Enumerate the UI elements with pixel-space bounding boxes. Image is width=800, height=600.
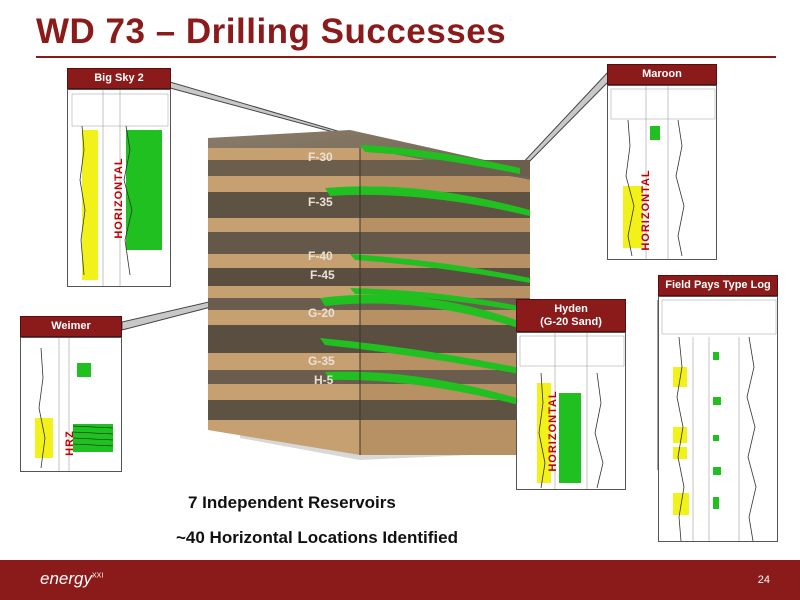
- logo-superscript: XXI: [91, 572, 104, 580]
- hyden-title: Hyden: [554, 302, 588, 315]
- hyden-subtitle: (G-20 Sand): [540, 315, 602, 328]
- layer-label-f30: F-30: [308, 150, 333, 164]
- layer-label-f40: F-40: [308, 249, 333, 263]
- layer-label-g35: G-35: [308, 354, 335, 368]
- layer-label-f35: F-35: [308, 195, 333, 209]
- page-number: 24: [757, 574, 770, 586]
- hyden-log-graphic: [517, 333, 625, 489]
- weimer-hrz-label: HRZ: [64, 430, 76, 456]
- layer-label-f45: F-45: [310, 268, 335, 282]
- field-pays-log: [658, 296, 778, 542]
- caption-horizontal-locations: ~40 Horizontal Locations Identified: [176, 528, 458, 547]
- layer-label-g20: G-20: [308, 306, 335, 320]
- hyden-horizontal-label: HORIZONTAL: [547, 390, 559, 472]
- big-sky-horizontal-label: HORIZONTAL: [113, 157, 125, 239]
- logo-text: energy: [40, 569, 92, 588]
- maroon-panel-header: Maroon: [607, 64, 717, 85]
- layer-label-h5: H-5: [314, 373, 334, 387]
- caption-reservoirs: 7 Independent Reservoirs: [188, 493, 396, 512]
- hyden-panel-header: Hyden (G-20 Sand): [516, 299, 626, 332]
- field-pays-log-graphic: [659, 297, 777, 541]
- maroon-log-graphic: [608, 86, 716, 259]
- footer-bar: energyXXI 24: [0, 560, 800, 600]
- maroon-log: [607, 85, 717, 260]
- weimer-panel-header: Weimer: [20, 316, 122, 337]
- maroon-horizontal-label: HORIZONTAL: [640, 169, 652, 251]
- field-pays-panel-header: Field Pays Type Log: [658, 275, 778, 296]
- big-sky-panel-header: Big Sky 2: [67, 68, 171, 89]
- energy-xxi-logo: energyXXI: [40, 569, 103, 589]
- hyden-log: [516, 332, 626, 490]
